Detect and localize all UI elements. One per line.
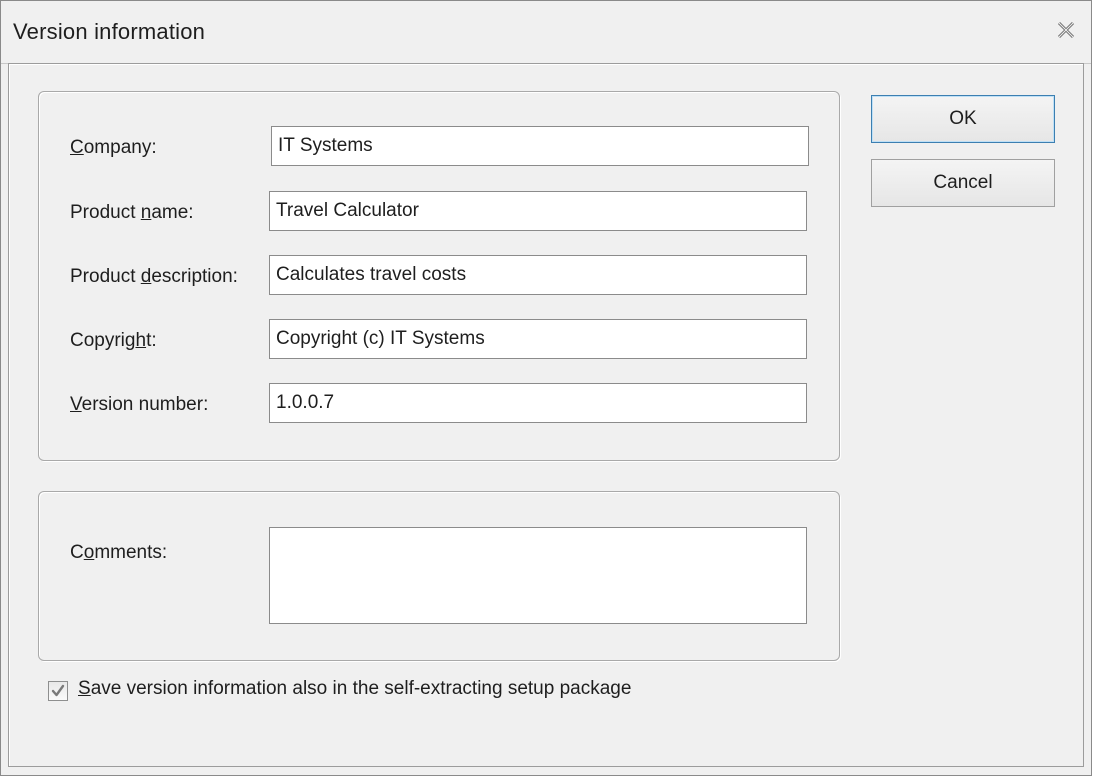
save-in-setup-label[interactable]: Save version information also in the sel… <box>78 678 631 700</box>
cancel-button[interactable]: Cancel <box>871 159 1055 207</box>
window-title: Version information <box>13 19 206 44</box>
save-in-setup-checkbox[interactable] <box>48 681 68 701</box>
close-icon[interactable] <box>1055 19 1077 41</box>
version-number-label: Version number: <box>70 394 209 415</box>
title-bar[interactable]: Version information <box>1 1 1091 64</box>
version-number-field[interactable] <box>269 383 807 423</box>
copyright-label: Copyright: <box>70 330 157 351</box>
ok-button[interactable]: OK <box>871 95 1055 143</box>
product-name-label: Product name: <box>70 202 194 223</box>
company-field[interactable] <box>271 126 809 166</box>
checkmark-icon <box>51 684 65 697</box>
comments-label: Comments: <box>70 542 168 563</box>
dialog-client-area: Company: Product name: Product descripti… <box>8 63 1084 767</box>
product-name-field[interactable] <box>269 191 807 231</box>
comments-field[interactable] <box>269 527 807 624</box>
product-description-field[interactable] <box>269 255 807 295</box>
company-label: Company: <box>70 137 157 158</box>
version-information-dialog: Version information Company: Product nam… <box>0 0 1092 776</box>
copyright-field[interactable] <box>269 319 807 359</box>
product-description-label: Product description: <box>70 266 238 287</box>
